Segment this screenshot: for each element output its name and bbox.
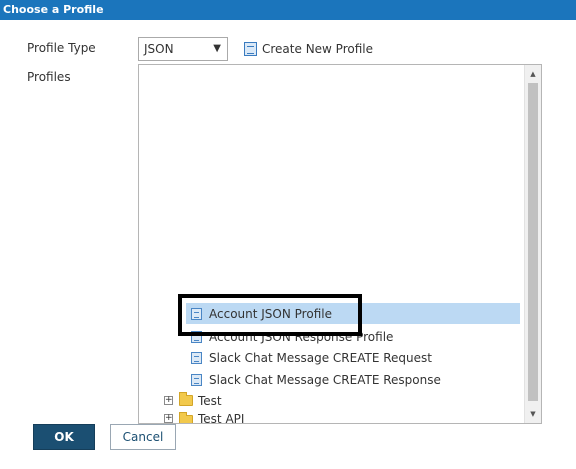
new-document-icon (244, 42, 257, 56)
create-new-profile-link[interactable]: Create New Profile (244, 38, 373, 60)
annotation-highlight-box (178, 294, 362, 336)
tree-scrollbar[interactable]: ▲ ▼ (524, 65, 541, 423)
profile-type-label: Profile Type (27, 41, 96, 55)
chevron-down-icon: ▼ (213, 43, 221, 54)
ok-button[interactable]: OK (33, 424, 95, 450)
profile-type-value: JSON (144, 42, 174, 56)
tree-item-label: Slack Chat Message CREATE Request (209, 350, 432, 365)
profile-type-select[interactable]: JSON ▼ (138, 37, 228, 61)
scroll-up-icon[interactable]: ▲ (525, 70, 541, 78)
folder-icon (179, 412, 193, 423)
expand-icon[interactable]: + (164, 414, 173, 423)
tree-item-label: Slack Chat Message CREATE Response (209, 372, 441, 387)
create-new-profile-label: Create New Profile (262, 42, 373, 56)
json-profile-icon (191, 373, 202, 386)
cancel-button[interactable]: Cancel (110, 424, 176, 450)
tree-item-slack-create-request[interactable]: Slack Chat Message CREATE Request (186, 347, 432, 368)
scroll-thumb[interactable] (528, 83, 538, 401)
tree-item-label: Test API (198, 412, 245, 423)
dialog-title: Choose a Profile (0, 0, 576, 20)
scroll-down-icon[interactable]: ▼ (525, 410, 541, 418)
expand-icon[interactable]: + (164, 396, 173, 405)
tree-item-slack-create-response[interactable]: Slack Chat Message CREATE Response (186, 369, 441, 390)
profiles-label: Profiles (27, 70, 71, 84)
tree-folder-test-api[interactable]: + Test API (164, 410, 244, 423)
tree-item-label: Test (198, 393, 222, 408)
tree-folder-test[interactable]: + Test (164, 390, 222, 411)
folder-icon (179, 392, 193, 406)
json-profile-icon (191, 351, 202, 364)
